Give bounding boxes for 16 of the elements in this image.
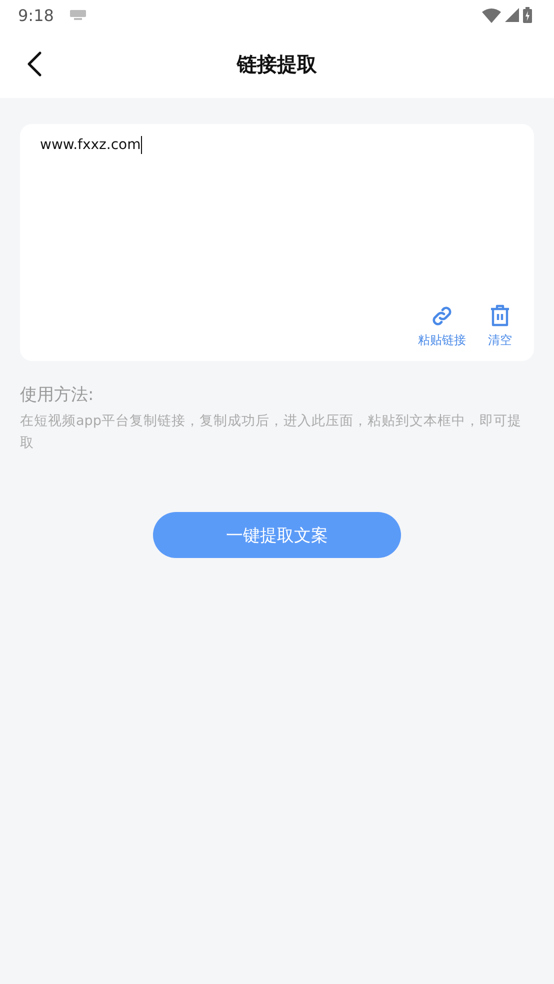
extract-button[interactable]: 一键提取文案 <box>153 512 401 558</box>
instructions-heading: 使用方法: <box>20 384 95 406</box>
instructions-text: 在短视频app平台复制链接，复制成功后，进入此压面，粘贴到文本框中，即可提取 <box>20 412 522 453</box>
page-title: 链接提取 <box>237 50 317 78</box>
signal-icon <box>505 8 519 22</box>
link-text: www.fxxz.com <box>40 137 141 153</box>
status-time: 9:18 <box>18 6 54 24</box>
link-input-field[interactable]: www.fxxz.com 粘贴链接 清空 <box>20 124 534 361</box>
paste-link-button[interactable]: 粘贴链接 <box>418 304 466 349</box>
keyboard-icon <box>70 10 86 20</box>
clear-button[interactable]: 清空 <box>488 304 512 349</box>
battery-icon <box>523 7 532 23</box>
trash-icon <box>489 304 511 328</box>
back-icon[interactable] <box>26 51 42 77</box>
wifi-icon <box>482 8 501 22</box>
link-icon <box>430 304 454 328</box>
